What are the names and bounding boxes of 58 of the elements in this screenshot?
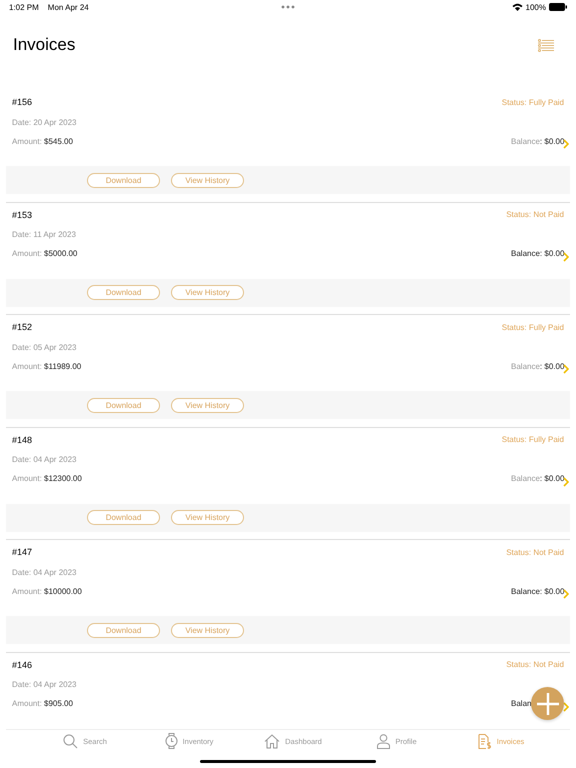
- chevron-icon[interactable]: [563, 476, 569, 486]
- person-icon: [377, 734, 390, 748]
- action-button[interactable]: Download: [87, 398, 160, 412]
- battery-icon: [549, 3, 567, 11]
- home-icon: [264, 734, 280, 748]
- invoice-date: Date: 11 Apr 2023: [12, 230, 76, 239]
- invoice-balance: Balan: [511, 699, 532, 708]
- invoice-amount: Amount: $905.00: [12, 699, 73, 708]
- chevron-icon[interactable]: [563, 139, 569, 149]
- invoice-date: Date: 20 Apr 2023: [12, 118, 76, 126]
- invoice-status: Status: Not Paid: [506, 548, 564, 556]
- invoice-balance: Balance: $0.00: [511, 474, 566, 483]
- watch-icon: [164, 733, 178, 749]
- invoice-number: #148: [12, 434, 32, 444]
- invoice-number: #146: [12, 660, 32, 670]
- plus-icon: [536, 692, 560, 716]
- invoice-amount: Amount: $12300.00: [12, 474, 82, 483]
- wifi-icon: [512, 3, 523, 11]
- status-date: Mon Apr 24: [48, 2, 89, 12]
- invoice-status: Status: Not Paid: [506, 210, 564, 219]
- action-button[interactable]: View History: [171, 285, 244, 300]
- invoice-balance: Balance: $0.00: [511, 249, 566, 258]
- invoice-balance: Balance: $0.00: [511, 136, 566, 146]
- action-button[interactable]: View History: [171, 622, 244, 638]
- status-time: 1:02 PM: [9, 2, 39, 12]
- invoice-amount: Amount: $11989.00: [12, 362, 82, 370]
- invoice-status: Status: Not Paid: [506, 660, 564, 669]
- invoice-amount: Amount: $10000.00: [12, 586, 82, 596]
- invoice-amount: Amount: $545.00: [12, 136, 73, 146]
- invoice-number: #147: [12, 547, 32, 557]
- invoice-date: Date: 04 Apr 2023: [12, 455, 76, 464]
- invoice-number: #152: [12, 322, 32, 332]
- action-button[interactable]: Download: [87, 510, 160, 525]
- chevron-icon[interactable]: [563, 589, 569, 599]
- action-button[interactable]: Download: [87, 285, 160, 300]
- chevron-icon[interactable]: [563, 364, 569, 374]
- invoice-status: Status: Fully Paid: [502, 435, 564, 444]
- invoice-icon: [478, 734, 492, 748]
- page-title: Invoices: [13, 35, 76, 55]
- invoice-number: #153: [12, 210, 32, 220]
- action-button[interactable]: Download: [87, 172, 160, 188]
- search-icon: [63, 734, 78, 748]
- invoice-status: Status: Fully Paid: [502, 98, 564, 106]
- invoice-date: Date: 04 Apr 2023: [12, 568, 76, 576]
- invoice-number: #156: [12, 97, 32, 107]
- invoice-balance: Balance: $0.00: [511, 362, 566, 370]
- invoice-date: Date: 04 Apr 2023: [12, 680, 76, 689]
- action-button[interactable]: View History: [171, 398, 244, 412]
- invoice-status: Status: Fully Paid: [502, 322, 564, 332]
- invoice-date: Date: 05 Apr 2023: [12, 342, 76, 352]
- more-icon: [281, 5, 295, 9]
- chevron-icon[interactable]: [563, 252, 569, 262]
- battery-percent: 100%: [526, 2, 546, 12]
- invoice-amount: Amount: $5000.00: [12, 249, 78, 258]
- action-button[interactable]: Download: [87, 622, 160, 638]
- action-button[interactable]: View History: [171, 510, 244, 525]
- invoice-balance: Balance: $0.00: [511, 586, 566, 596]
- action-button[interactable]: View History: [171, 172, 244, 188]
